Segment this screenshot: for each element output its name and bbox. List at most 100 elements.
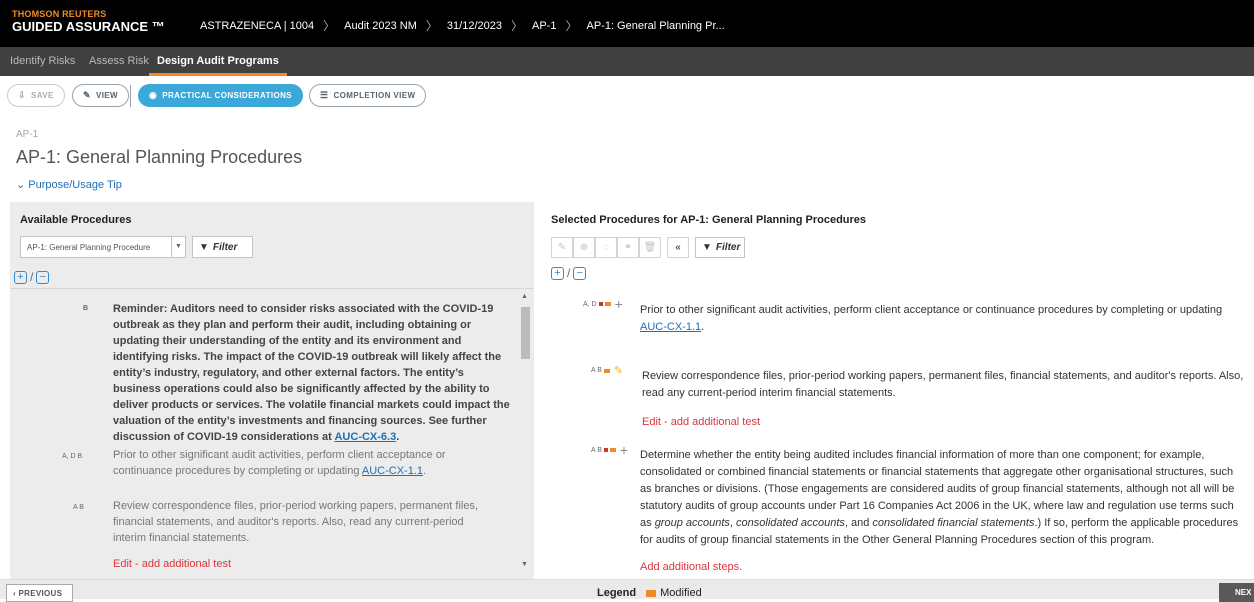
footer-bar: ‹ PREVIOUS Legend Modified NEX bbox=[0, 579, 1254, 602]
pencil-icon[interactable]: ✎ bbox=[614, 364, 623, 377]
procedure-link[interactable]: AUC-CX-1.1 bbox=[362, 465, 423, 477]
view-label: VIEW bbox=[95, 91, 118, 100]
brand-company: THOMSON REUTERS bbox=[12, 9, 107, 19]
purpose-label: Purpose/Usage Tip bbox=[28, 179, 122, 191]
procedure-markers: A B + bbox=[591, 443, 628, 457]
procedure-text: Review correspondence files, prior-perio… bbox=[642, 370, 1244, 399]
filter-icon: ▼ bbox=[702, 242, 712, 253]
procedure-text: Prior to other significant audit activit… bbox=[640, 304, 1223, 316]
practical-considerations-button[interactable]: ◉ PRACTICAL CONSIDERATIONS bbox=[138, 84, 304, 107]
arrow-down-icon[interactable]: ▼ bbox=[521, 561, 528, 568]
breadcrumb: ASTRAZENECA | 1004 〉 Audit 2023 NM 〉 31/… bbox=[200, 17, 725, 34]
list-item[interactable]: A B Review correspondence files, prior-p… bbox=[73, 498, 488, 572]
add-step-icon[interactable]: + bbox=[615, 297, 623, 311]
procedure-link[interactable]: AUC-CX-6.3 bbox=[334, 431, 396, 443]
breadcrumb-period[interactable]: 31/12/2023 bbox=[447, 20, 502, 32]
list-item[interactable]: B Reminder: Auditors need to consider ri… bbox=[83, 301, 511, 445]
completion-label: COMPLETION VIEW bbox=[333, 91, 416, 100]
checklist-icon: ☰ bbox=[320, 90, 329, 100]
arrow-up-icon[interactable]: ▲ bbox=[521, 293, 528, 300]
breadcrumb-engagement[interactable]: Audit 2023 NM bbox=[344, 20, 417, 32]
double-chevron-left-icon[interactable]: « bbox=[667, 237, 689, 258]
modified-flag-icon bbox=[609, 448, 616, 452]
save-icon: ⇩ bbox=[18, 90, 26, 100]
procedure-link[interactable]: AUC-CX-1.1 bbox=[640, 321, 701, 333]
program-select[interactable]: AP-1: General Planning Procedure ▼ bbox=[20, 236, 186, 258]
available-procedures-list: B Reminder: Auditors need to consider ri… bbox=[10, 288, 534, 579]
procedure-tags: A, D bbox=[583, 300, 597, 308]
program-code: AP-1 bbox=[16, 129, 39, 140]
edit-add-test-link[interactable]: Edit - add additional test bbox=[113, 556, 488, 572]
list-item[interactable]: Determine whether the entity being audit… bbox=[640, 447, 1246, 576]
expand-all-icon[interactable]: + bbox=[14, 270, 27, 284]
expand-collapse-controls: + / − bbox=[14, 270, 50, 284]
edit-icon[interactable]: ✎ bbox=[551, 237, 573, 258]
selected-procedures-heading: Selected Procedures for AP-1: General Pl… bbox=[551, 214, 867, 226]
tab-design-audit-programs[interactable]: Design Audit Programs bbox=[149, 47, 287, 76]
toolbar-divider bbox=[130, 85, 131, 107]
chevron-right-icon: 〉 bbox=[565, 19, 578, 33]
list-item[interactable]: A, D B Prior to other significant audit … bbox=[62, 447, 483, 479]
procedure-tags: A, D B bbox=[62, 453, 83, 460]
modified-flag-icon bbox=[604, 302, 611, 306]
filter-icon: ▼ bbox=[199, 241, 209, 253]
breadcrumb-program[interactable]: AP-1 bbox=[532, 20, 556, 32]
left-filter-label: Filter bbox=[212, 241, 238, 253]
completion-view-button[interactable]: ☰ COMPLETION VIEW bbox=[309, 84, 427, 107]
modified-flag-icon bbox=[646, 589, 657, 597]
chevron-right-icon: 〉 bbox=[510, 19, 523, 33]
status-square-icon bbox=[603, 448, 608, 452]
tab-identify-risks[interactable]: Identify Risks bbox=[10, 47, 75, 76]
view-button[interactable]: ✎ VIEW bbox=[72, 84, 129, 107]
toolbar: ⇩ SAVE ✎ VIEW ◉ PRACTICAL CONSIDERATIONS ☰ C… bbox=[0, 76, 1254, 116]
tab-assess-risk[interactable]: Assess Risk bbox=[89, 47, 149, 76]
previous-button[interactable]: ‹ PREVIOUS bbox=[6, 584, 73, 602]
left-filter-button[interactable]: ▼ Filter bbox=[192, 236, 253, 258]
list-item[interactable]: Review correspondence files, prior-perio… bbox=[642, 368, 1246, 431]
legend-title: Legend bbox=[597, 587, 637, 599]
next-button[interactable]: NEX bbox=[1219, 583, 1254, 602]
save-label: SAVE bbox=[30, 91, 54, 100]
program-select-value: AP-1: General Planning Procedure bbox=[27, 242, 151, 252]
chevron-right-icon: 〉 bbox=[323, 19, 336, 33]
list-item[interactable]: Prior to other significant audit activit… bbox=[640, 302, 1246, 336]
edit-icon: ✎ bbox=[83, 90, 91, 100]
add-step-icon[interactable]: + bbox=[620, 443, 628, 457]
purpose-usage-tip-toggle[interactable]: ⌄ Purpose/Usage Tip bbox=[16, 178, 122, 191]
scrollbar-thumb[interactable] bbox=[521, 307, 530, 359]
comment-icon[interactable]: ◌ bbox=[595, 237, 617, 258]
procedure-markers: A, D + bbox=[583, 297, 623, 311]
legend: Legend Modified bbox=[597, 587, 702, 599]
add-circle-icon[interactable]: ⊕ bbox=[573, 237, 595, 258]
brand-product: GUIDED ASSURANCE ™ bbox=[12, 19, 165, 34]
chevron-left-icon: ‹ bbox=[13, 589, 16, 598]
chevron-right-icon: 〉 bbox=[425, 19, 438, 33]
edit-add-test-link[interactable]: Edit - add additional test bbox=[642, 414, 1246, 431]
procedure-text: Reminder: Auditors need to consider risk… bbox=[113, 303, 510, 443]
breadcrumb-client[interactable]: ASTRAZENECA | 1004 bbox=[200, 20, 314, 32]
right-filter-button[interactable]: ▼ Filter bbox=[695, 237, 745, 258]
scrollbar[interactable]: ▲ ▼ bbox=[520, 293, 530, 578]
expand-all-icon[interactable]: + bbox=[551, 266, 564, 280]
add-steps-link[interactable]: Add additional steps. bbox=[640, 559, 1246, 576]
selected-procedures-tools: ✎ ⊕ ◌ ⚭ 🗑 « ▼ Filter bbox=[551, 237, 745, 258]
procedure-tags: B bbox=[83, 305, 89, 312]
trash-icon[interactable]: 🗑 bbox=[639, 237, 661, 258]
procedure-markers: A B ✎ bbox=[591, 364, 623, 377]
available-procedures-heading: Available Procedures bbox=[20, 214, 132, 226]
procedure-text: Review correspondence files, prior-perio… bbox=[113, 500, 479, 544]
breadcrumb-current: AP-1: General Planning Pr... bbox=[586, 19, 725, 32]
collapse-all-icon[interactable]: − bbox=[36, 270, 50, 284]
procedure-tags: A B bbox=[591, 367, 602, 374]
collapse-all-icon[interactable]: − bbox=[573, 266, 587, 280]
procedure-tags: A B bbox=[73, 504, 84, 511]
practical-label: PRACTICAL CONSIDERATIONS bbox=[162, 91, 293, 100]
caret-down-icon: ▼ bbox=[171, 237, 185, 257]
save-button[interactable]: ⇩ SAVE bbox=[7, 84, 65, 107]
right-expand-collapse-controls: + / − bbox=[551, 266, 587, 280]
available-procedures-panel: Available Procedures AP-1: General Plann… bbox=[10, 202, 534, 579]
top-bar: THOMSON REUTERS GUIDED ASSURANCE ™ ASTRA… bbox=[0, 0, 1254, 47]
modified-flag-icon bbox=[603, 368, 610, 373]
link-icon[interactable]: ⚭ bbox=[617, 237, 639, 258]
eye-icon: ◉ bbox=[149, 90, 158, 100]
